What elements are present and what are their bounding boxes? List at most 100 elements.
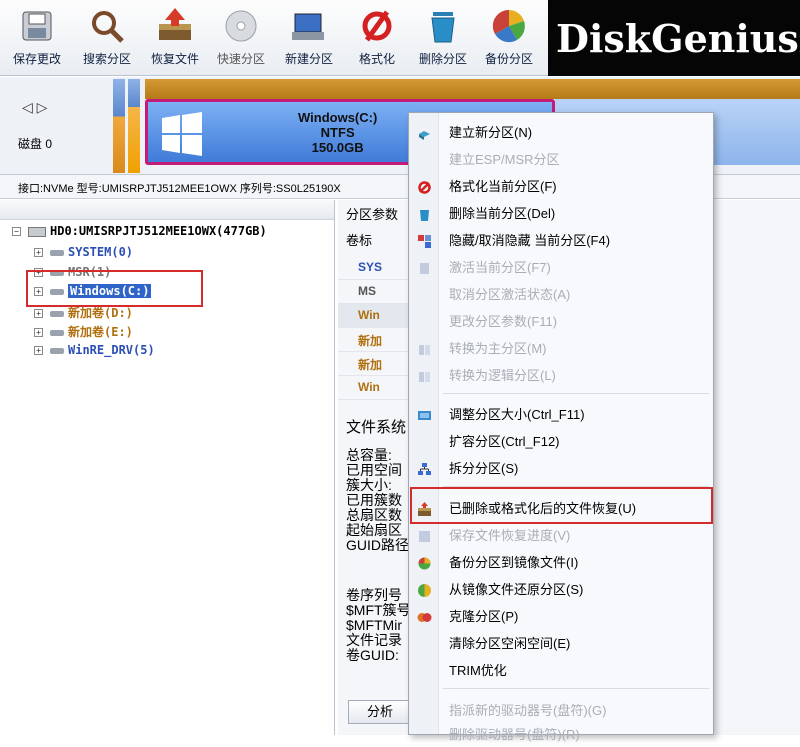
save-changes-label: 保存更改 xyxy=(12,52,61,66)
backup-icon xyxy=(492,9,525,43)
menu-item-label: TRIM优化 xyxy=(449,663,507,678)
menu-item-format[interactable]: 格式化当前分区(F) xyxy=(409,175,713,199)
tab-partition-params[interactable]: 分区参数 xyxy=(338,202,406,225)
search-partition-label: 搜索分区 xyxy=(82,52,131,66)
partition-strip-system[interactable] xyxy=(113,79,125,173)
menu-item-hide[interactable]: 隐藏/取消隐藏 当前分区(F4) xyxy=(409,229,713,253)
quick-partition-button[interactable]: 快速分区 xyxy=(208,6,274,72)
delete-icon xyxy=(431,12,455,43)
list-item[interactable]: MS xyxy=(338,280,408,304)
partition-info: Windows(C:) NTFS 150.0GB xyxy=(298,110,377,155)
new-partition-icon xyxy=(419,131,430,140)
menu-item-trim[interactable]: TRIM优化 xyxy=(409,659,713,683)
expand-icon[interactable]: + xyxy=(34,346,43,355)
quick-partition-icon xyxy=(225,10,257,42)
disk-label: 磁盘 0 xyxy=(18,137,53,151)
menu-item-backup-image[interactable]: 备份分区到镜像文件(I) xyxy=(409,551,713,575)
save-icon xyxy=(22,11,52,41)
menu-item-restore-image[interactable]: 从镜像文件还原分区(S) xyxy=(409,578,713,602)
menu-item-split[interactable]: 拆分分区(S) xyxy=(409,457,713,481)
list-item[interactable]: SYS xyxy=(338,256,408,280)
menu-item-label: 扩容分区(Ctrl_F12) xyxy=(449,434,560,449)
partition-icon xyxy=(50,347,64,354)
menu-item-label: 建立ESP/MSR分区 xyxy=(449,152,560,167)
menu-item-label: 备份分区到镜像文件(I) xyxy=(449,555,579,570)
delete-partition-button[interactable]: 删除分区 xyxy=(410,6,476,72)
expand-icon[interactable]: + xyxy=(34,248,43,257)
menu-item-delete[interactable]: 删除当前分区(Del) xyxy=(409,202,713,226)
convert-primary-icon xyxy=(419,345,430,355)
menu-item-label: 格式化当前分区(F) xyxy=(449,179,557,194)
recover-files-button[interactable]: 恢复文件 xyxy=(142,6,208,72)
menu-item-remove-letter[interactable]: 删除驱动器号(盘符)(R) xyxy=(409,723,713,747)
menu-item-extend[interactable]: 扩容分区(Ctrl_F12) xyxy=(409,430,713,454)
collapse-icon[interactable]: − xyxy=(12,227,21,236)
analyze-button[interactable]: 分析 xyxy=(348,700,412,724)
partition-strip-msr[interactable] xyxy=(128,79,140,173)
menu-item-label: 删除当前分区(Del) xyxy=(449,206,556,221)
partition-icon xyxy=(50,310,64,317)
partition-list: SYS MS Win 新加 新加 Win xyxy=(338,256,408,400)
tree-item-e[interactable]: + 新加卷(E:) xyxy=(34,323,133,340)
menu-item-label: 指派新的驱动器号(盘符)(G) xyxy=(449,703,607,718)
filesystem-label: 文件系统 xyxy=(346,419,407,436)
quick-partition-label: 快速分区 xyxy=(216,52,265,66)
menu-item-assign-letter[interactable]: 指派新的驱动器号(盘符)(G) xyxy=(409,699,713,723)
save-changes-button[interactable]: 保存更改 xyxy=(4,6,70,72)
highlight-box-menu xyxy=(410,487,713,524)
menu-item-change-params[interactable]: 更改分区参数(F11) xyxy=(409,310,713,334)
split-icon xyxy=(418,463,431,475)
menu-item-label: 拆分分区(S) xyxy=(449,461,519,476)
menu-item-new-partition[interactable]: 建立新分区(N) xyxy=(409,121,713,145)
tree-item-system[interactable]: + SYSTEM(0) xyxy=(34,245,133,259)
list-item[interactable]: 新加 xyxy=(338,352,408,376)
menu-item-to-primary[interactable]: 转换为主分区(M) xyxy=(409,337,713,361)
list-item[interactable]: Win xyxy=(338,376,408,400)
tree-item-winre[interactable]: + WinRE_DRV(5) xyxy=(34,343,155,357)
tree-item-label: SYSTEM(0) xyxy=(68,245,134,259)
menu-item-activate[interactable]: 激活当前分区(F7) xyxy=(409,256,713,280)
menu-item-label: 克隆分区(P) xyxy=(449,609,519,624)
menu-item-save-progress[interactable]: 保存文件恢复进度(V) xyxy=(409,524,713,548)
format-button[interactable]: 格式化 xyxy=(344,6,410,72)
convert-logical-icon xyxy=(419,372,430,382)
disk-nav-arrows[interactable]: ◁ ▷ xyxy=(22,99,47,116)
menu-item-label: 调整分区大小(Ctrl_F11) xyxy=(449,407,585,422)
list-item[interactable]: Win xyxy=(338,304,408,328)
search-partition-button[interactable]: 搜索分区 xyxy=(74,6,140,72)
partition-icon xyxy=(50,329,64,336)
partition-info-block-2: 卷序列号 $MFT簇号 $MFTMir 文件记录 卷GUID: xyxy=(346,588,408,663)
recover-file-icon xyxy=(159,8,191,40)
tree-root-disk[interactable]: − HD0:UMISRPJTJ512MEE1OWX(477GB) xyxy=(12,224,267,238)
tree-item-label: 新加卷(E:) xyxy=(68,325,133,339)
new-partition-icon xyxy=(292,13,324,40)
info-line: 卷序列号 xyxy=(346,588,402,603)
format-label: 格式化 xyxy=(358,52,395,66)
resize-icon xyxy=(418,411,431,420)
partition-fs: NTFS xyxy=(320,125,355,140)
menu-item-wipe-free[interactable]: 清除分区空闲空间(E) xyxy=(409,632,713,656)
windows-logo-icon xyxy=(162,112,202,156)
info-line: 文件记录 xyxy=(346,632,402,648)
menu-item-label: 转换为主分区(M) xyxy=(449,341,547,356)
backup-partition-button[interactable]: 备份分区 xyxy=(476,6,542,72)
info-line: $MFTMir xyxy=(346,617,402,633)
menu-item-esp-msr[interactable]: 建立ESP/MSR分区 xyxy=(409,148,713,172)
expand-icon[interactable]: + xyxy=(34,328,43,337)
menu-item-to-logical[interactable]: 转换为逻辑分区(L) xyxy=(409,364,713,388)
menu-item-label: 清除分区空闲空间(E) xyxy=(449,636,571,651)
expand-icon[interactable]: + xyxy=(34,309,43,318)
save-progress-icon xyxy=(419,531,430,542)
partition-info-block: 总容量: 已用空间 簇大小: 已用簇数 总扇区数 起始扇区 GUID路径 xyxy=(346,448,408,553)
menu-item-deactivate[interactable]: 取消分区激活状态(A) xyxy=(409,283,713,307)
backup-partition-label: 备份分区 xyxy=(484,52,533,66)
restore-icon xyxy=(418,584,431,597)
info-line: 已用空间 xyxy=(346,462,402,478)
column-header-label: 卷标 xyxy=(346,233,373,248)
info-line: 总容量: xyxy=(346,448,392,463)
recover-files-label: 恢复文件 xyxy=(150,52,199,66)
list-item[interactable]: 新加 xyxy=(338,328,408,352)
menu-item-resize[interactable]: 调整分区大小(Ctrl_F11) xyxy=(409,403,713,427)
new-partition-button[interactable]: 新建分区 xyxy=(276,6,342,72)
menu-item-clone[interactable]: 克隆分区(P) xyxy=(409,605,713,629)
